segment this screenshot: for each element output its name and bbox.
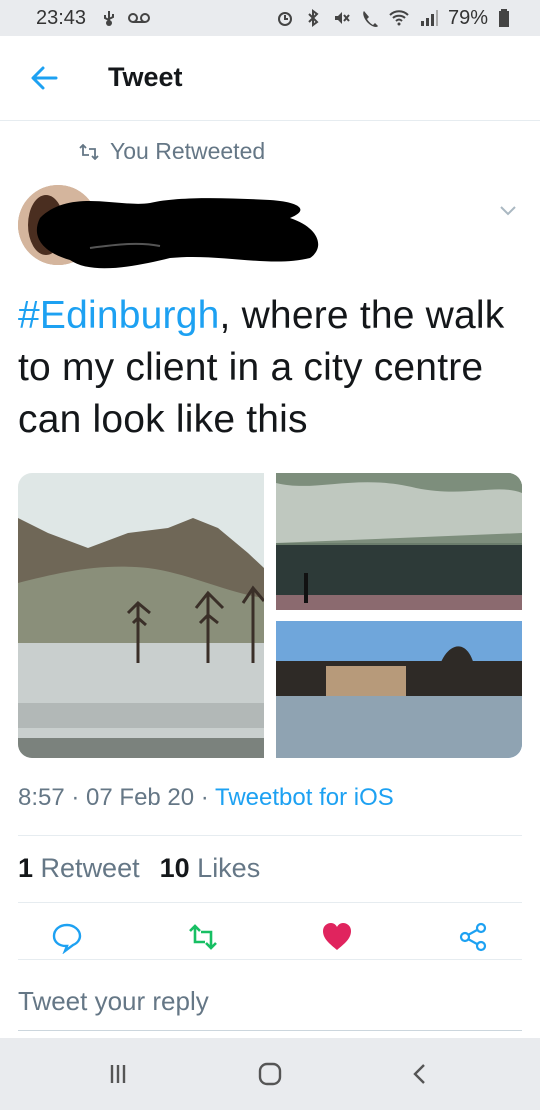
like-heart-icon[interactable] — [320, 920, 354, 954]
retweeted-label: You Retweeted — [110, 138, 266, 164]
call-icon — [363, 11, 378, 27]
arrow-left-icon[interactable] — [30, 64, 58, 92]
divider — [18, 959, 522, 960]
tweet-meta: 8:57 · 07 Feb 20 · Tweetbot for iOS — [18, 784, 394, 812]
retweet-icon — [79, 143, 99, 160]
status-bar: 23:43 79% — [0, 0, 540, 36]
top-bar: Tweet — [0, 36, 540, 121]
likes-stat[interactable]: 10 Likes — [160, 853, 261, 884]
wifi-icon — [389, 10, 409, 26]
divider — [18, 902, 522, 903]
like-count: 10 — [159, 853, 190, 883]
divider — [18, 835, 522, 836]
photo-loch[interactable] — [276, 473, 522, 610]
reply-underline — [18, 1030, 522, 1031]
status-time: 23:43 — [36, 6, 87, 29]
signal-icon — [420, 10, 438, 26]
system-nav-bar — [0, 1038, 540, 1110]
redacted-user-name — [36, 198, 319, 269]
back-nav-icon[interactable] — [406, 1060, 434, 1088]
bluetooth-icon — [308, 9, 319, 27]
tweet-text: #Edinburgh, where the walk to my client … — [18, 290, 518, 446]
voicemail-icon — [128, 13, 151, 23]
reply-input[interactable]: Tweet your reply — [18, 986, 209, 1017]
client-link[interactable]: Tweetbot for iOS — [215, 784, 394, 811]
retweets-stat[interactable]: 1 Retweet — [18, 853, 140, 884]
mute-icon — [334, 12, 350, 24]
media-grid — [18, 473, 522, 758]
like-label: Likes — [197, 853, 261, 883]
page-title: Tweet — [108, 62, 183, 92]
tweet-timestamp: 8:57 · 07 Feb 20 · — [18, 784, 216, 811]
alarm-icon — [277, 12, 292, 26]
photo-palace-field[interactable] — [276, 621, 522, 758]
tweet-actions — [0, 920, 540, 960]
share-icon[interactable] — [456, 920, 490, 954]
recents-icon[interactable] — [104, 1060, 132, 1088]
retweet-count: 1 — [18, 853, 34, 883]
tweet-stats: 1 Retweet 10 Likes — [18, 853, 260, 884]
battery-icon — [499, 9, 509, 27]
reply-icon[interactable] — [50, 920, 84, 954]
battery-percent: 79% — [447, 6, 488, 29]
retweet-icon[interactable] — [186, 920, 220, 954]
retweet-label: Retweet — [40, 853, 140, 883]
home-icon[interactable] — [256, 1060, 284, 1088]
hashtag-link[interactable]: #Edinburgh — [18, 294, 220, 337]
retweeted-indicator: You Retweeted — [78, 138, 265, 165]
usb-icon — [104, 11, 115, 26]
photo-hill-frost[interactable] — [18, 473, 264, 758]
chevron-down-icon[interactable] — [496, 198, 520, 222]
